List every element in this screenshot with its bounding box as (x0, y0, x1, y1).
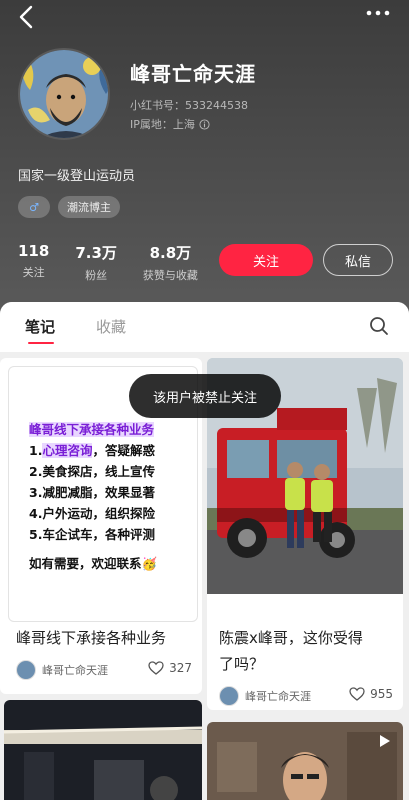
note-cover-line: 1.心理咨询，答疑解惑 (29, 443, 155, 458)
category-tag[interactable]: 潮流博主 (58, 196, 120, 218)
ip-text: IP属地：上海 (130, 118, 195, 131)
stat-label: 关注 (22, 266, 45, 279)
stat-likes[interactable]: 8.8万 获赞与收藏 (143, 242, 198, 283)
note-cover-text: 峰哥线下承接各种业务 1.心理咨询，答疑解惑 2.美食探店，线上宣传 3.减肥减… (29, 419, 155, 545)
note-cover-line: 2.美食探店，线上宣传 (29, 464, 155, 479)
video-play-icon (380, 735, 390, 747)
toast-message: 该用户被禁止关注 (129, 374, 281, 418)
stat-label: 粉丝 (85, 269, 108, 282)
stat-label: 获赞与收藏 (142, 269, 198, 282)
stat-value: 118 (18, 242, 50, 260)
like-number: 327 (169, 661, 192, 675)
note-author[interactable]: 峰哥亡命天涯 (219, 686, 311, 706)
author-avatar (16, 660, 36, 680)
like-number: 955 (370, 687, 393, 701)
more-dots-icon[interactable] (365, 8, 391, 18)
note-title-line: 陈震x峰哥，这你受得 (219, 629, 363, 647)
stats: 118 关注 7.3万 粉丝 8.8万 获赞与收藏 (18, 242, 224, 283)
heart-icon (148, 661, 164, 675)
search-icon[interactable] (369, 316, 389, 336)
tab-collections[interactable]: 收藏 (96, 316, 126, 337)
note-cover-image (4, 700, 202, 800)
info-icon[interactable] (199, 118, 210, 130)
like-count[interactable]: 955 (349, 687, 393, 701)
stat-value: 8.8万 (149, 244, 192, 262)
note-cover-line: 4.户外运动，组织探险 (29, 506, 155, 521)
note-title-line: 了吗？ (219, 655, 265, 673)
author-name: 峰哥亡命天涯 (245, 690, 311, 703)
note-cover-line: 3.减肥减脂，效果显著 (29, 485, 155, 500)
like-count[interactable]: 327 (148, 661, 192, 675)
author-avatar (219, 686, 239, 706)
note-card[interactable] (207, 722, 403, 800)
stat-followers[interactable]: 7.3万 粉丝 (75, 242, 117, 283)
profile-header: 峰哥亡命天涯 小红书号：533244538 IP属地：上海 国家一级登山运动员 … (0, 0, 409, 318)
gender-tag: ♂ (18, 196, 50, 218)
ip-location: IP属地：上海 (130, 116, 210, 132)
note-cover-line: 5.车企试车，各种评测 (29, 527, 155, 542)
stat-following[interactable]: 118 关注 (18, 242, 49, 283)
avatar[interactable] (18, 48, 110, 140)
tab-indicator (28, 342, 54, 344)
author-name: 峰哥亡命天涯 (42, 664, 108, 677)
tag-list: ♂ 潮流博主 (18, 196, 120, 218)
profile-name: 峰哥亡命天涯 (130, 62, 256, 86)
message-button[interactable]: 私信 (323, 244, 393, 276)
note-cover-header: 峰哥线下承接各种业务 (29, 422, 155, 437)
note-cover-contact: 如有需要，欢迎联系🥳 (29, 556, 158, 571)
note-author[interactable]: 峰哥亡命天涯 (16, 660, 108, 680)
bio: 国家一级登山运动员 (18, 169, 136, 184)
tab-notes[interactable]: 笔记 (25, 316, 55, 337)
red-id: 小红书号：533244538 (130, 99, 248, 112)
note-title: 峰哥线下承接各种业务 (16, 629, 167, 647)
back-arrow-icon[interactable] (14, 4, 40, 30)
note-card[interactable] (4, 700, 202, 800)
follow-button[interactable]: 关注 (219, 244, 313, 276)
stat-value: 7.3万 (75, 244, 117, 262)
note-cover-image (207, 722, 403, 800)
heart-icon (349, 687, 365, 701)
tab-bar: 笔记 收藏 (0, 302, 409, 352)
